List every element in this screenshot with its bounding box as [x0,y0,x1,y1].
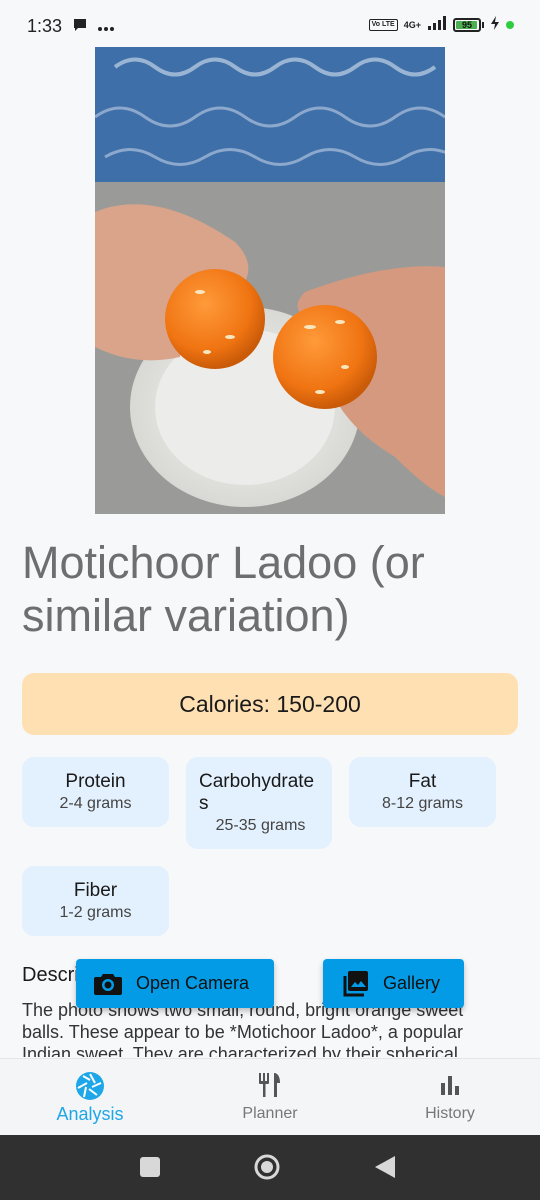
home-button[interactable] [254,1154,280,1185]
nutrient-value: 1-2 grams [59,904,132,921]
status-time: 1:33 [27,16,63,36]
chat-bubble-icon [72,17,88,38]
charging-bolt-icon [490,16,500,33]
nav-item-planner[interactable]: Planner [180,1059,360,1136]
nutrient-card-fat: Fat 8-12 grams [349,757,496,827]
open-camera-label: Open Camera [136,973,250,993]
back-button[interactable] [375,1156,395,1183]
bar-chart-icon [360,1071,540,1099]
photo-library-icon [341,970,369,998]
nutrient-label: Protein [65,771,126,792]
camera-shutter-icon [0,1071,180,1101]
nutrient-card-carbohydrates: Carbohydrates 25-35 grams [186,757,332,849]
battery-icon: 95 [453,17,484,32]
more-dots-icon [98,19,114,37]
status-bar: 1:33 Vo LTE 4G+ 95 [0,0,540,52]
nav-item-history[interactable]: History [360,1059,540,1136]
volte-icon: Vo LTE [368,18,398,31]
nutrient-card-fiber: Fiber 1-2 grams [22,866,169,936]
camera-icon [94,972,122,996]
restaurant-icon [180,1071,360,1099]
nutrient-value: 25-35 grams [215,817,306,834]
nutrient-label: Carbohydrates [199,771,315,814]
nutrient-label: Fiber [73,880,118,901]
nutrient-value: 2-4 grams [59,795,132,812]
gallery-button[interactable]: Gallery [323,959,464,1008]
signal-icon [427,16,447,33]
network-type: 4G+ [403,19,421,30]
nutrient-card-protein: Protein 2-4 grams [22,757,169,827]
calories-card: Calories: 150-200 [22,673,518,735]
nav-item-analysis[interactable]: Analysis [0,1059,180,1136]
recents-button[interactable] [140,1157,160,1182]
privacy-indicator-dot [506,20,514,29]
food-photo [95,47,445,514]
battery-text: 95 [461,19,472,30]
notification-icons [72,17,114,38]
food-title: Motichoor Ladoo (or similar variation) [22,537,425,641]
gallery-label: Gallery [383,973,441,993]
bottom-navigation: Analysis Planner History [0,1058,540,1135]
system-icons: Vo LTE 4G+ 95 [368,16,514,33]
nav-label: Analysis [56,1104,124,1124]
open-camera-button[interactable]: Open Camera [76,959,274,1008]
nutrient-value: 8-12 grams [382,795,463,812]
nav-label: History [425,1105,475,1122]
nutrient-label: Fat [408,771,437,792]
nav-label: Planner [242,1105,298,1122]
system-navigation-bar [0,1135,540,1200]
